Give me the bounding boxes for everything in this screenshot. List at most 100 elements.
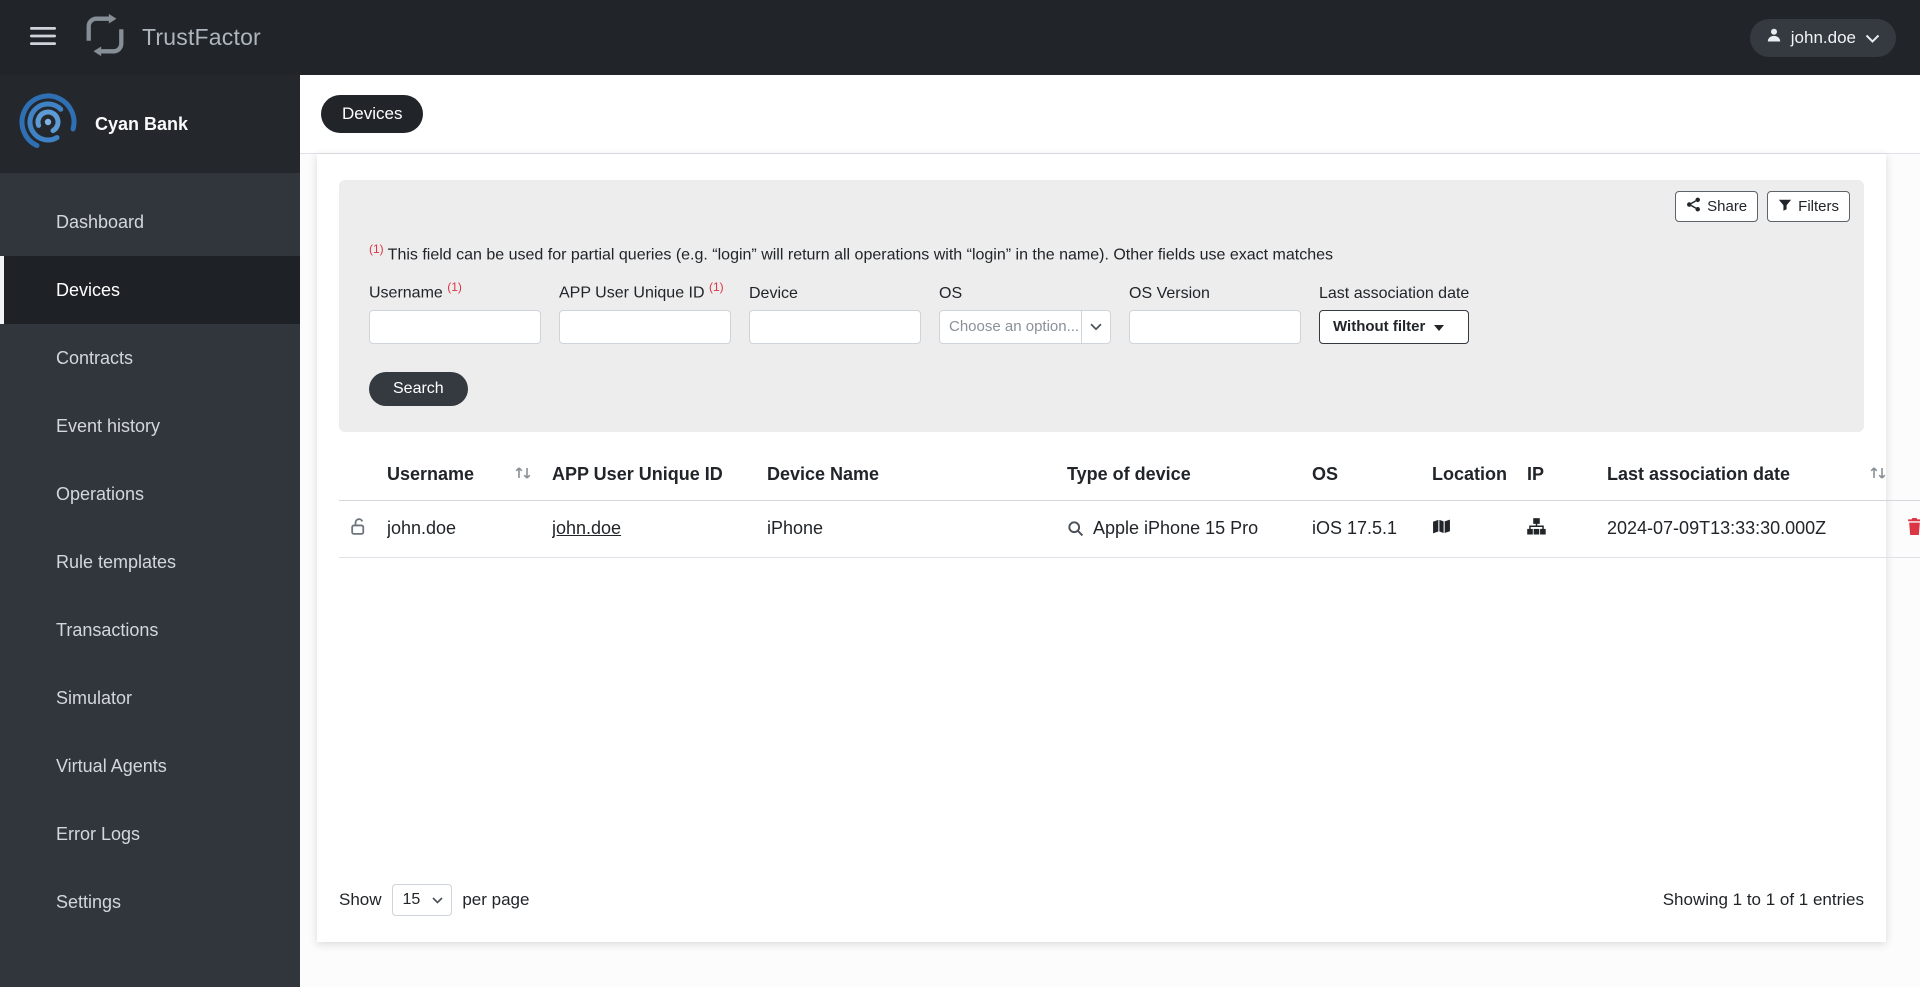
hamburger-icon bbox=[30, 26, 56, 49]
sidebar: Cyan Bank Dashboard Devices Contracts Ev… bbox=[0, 75, 300, 987]
sidebar-item-label: Transactions bbox=[56, 619, 159, 640]
last-association-date-label: Last association date bbox=[1319, 284, 1470, 302]
sidebar-item-error-logs[interactable]: Error Logs bbox=[0, 800, 300, 868]
last-association-filter-label: Without filter bbox=[1333, 318, 1426, 336]
filter-icon bbox=[1778, 198, 1792, 216]
note-marker: (1) bbox=[369, 242, 384, 256]
sort-icon[interactable] bbox=[514, 464, 532, 485]
os-label: OS bbox=[939, 284, 963, 302]
sidebar-item-label: Dashboard bbox=[56, 211, 145, 232]
sidebar-item-operations[interactable]: Operations bbox=[0, 460, 300, 528]
device-label: Device bbox=[749, 284, 798, 302]
search-icon[interactable] bbox=[1067, 520, 1084, 537]
sidebar-item-contracts[interactable]: Contracts bbox=[0, 324, 300, 392]
cell-device-name: iPhone bbox=[767, 500, 1067, 558]
caret-down-icon bbox=[1434, 318, 1445, 335]
entries-summary: Showing 1 to 1 of 1 entries bbox=[1662, 890, 1864, 909]
sidebar-item-label: Settings bbox=[56, 891, 122, 912]
user-menu[interactable]: john.doe bbox=[1749, 18, 1896, 57]
app-user-id-label: APP User Unique ID (1) bbox=[559, 280, 724, 302]
brand-name: TrustFactor bbox=[142, 24, 261, 50]
app-user-id-column-header: APP User Unique ID bbox=[552, 453, 767, 501]
topbar: TrustFactor john.doe bbox=[0, 0, 1920, 75]
username-column-header[interactable]: Username bbox=[387, 453, 552, 501]
sidebar-item-label: Contracts bbox=[56, 347, 134, 368]
chevron-down-icon bbox=[432, 891, 443, 909]
share-button-label: Share bbox=[1707, 198, 1748, 215]
username-input[interactable] bbox=[369, 309, 541, 344]
sidebar-item-virtual-agents[interactable]: Virtual Agents bbox=[0, 732, 300, 800]
hamburger-menu-button[interactable] bbox=[22, 18, 64, 57]
filter-card: Share Filters (1) This field can be used … bbox=[339, 180, 1864, 432]
table-row: john.doe john.doe iPhone Apple iPhone 15… bbox=[339, 500, 1920, 558]
trustfactor-logo-icon bbox=[82, 12, 128, 63]
device-input[interactable] bbox=[749, 309, 921, 344]
username-label: Username (1) bbox=[369, 280, 462, 302]
os-select[interactable]: Choose an option... bbox=[939, 309, 1111, 344]
cell-os: iOS 17.5.1 bbox=[1312, 500, 1432, 558]
sidebar-item-label: Rule templates bbox=[56, 551, 177, 572]
sidebar-item-transactions[interactable]: Transactions bbox=[0, 596, 300, 664]
app-user-link[interactable]: john.doe bbox=[552, 518, 621, 538]
sidebar-item-settings[interactable]: Settings bbox=[0, 868, 300, 936]
sidebar-item-label: Error Logs bbox=[56, 823, 141, 844]
sidebar-item-label: Virtual Agents bbox=[56, 755, 167, 776]
cyan-bank-logo-icon bbox=[16, 90, 80, 159]
sidebar-item-label: Operations bbox=[56, 483, 145, 504]
device-name-column-header: Device Name bbox=[767, 453, 1067, 501]
app-user-id-input[interactable] bbox=[559, 309, 731, 344]
os-column-header: OS bbox=[1312, 453, 1432, 501]
show-label: Show bbox=[339, 890, 382, 909]
lock-column-header bbox=[339, 453, 387, 501]
ip-column-header: IP bbox=[1527, 453, 1607, 501]
cell-type-of-device: Apple iPhone 15 Pro bbox=[1093, 518, 1259, 539]
share-button[interactable]: Share bbox=[1675, 191, 1759, 222]
last-association-filter-button[interactable]: Without filter bbox=[1319, 309, 1470, 344]
pagination: Show 15 per page Showing 1 to 1 of 1 ent… bbox=[339, 884, 1864, 916]
page-header: Devices bbox=[300, 75, 1920, 154]
devices-table: Username APP User Unique ID Device Name … bbox=[339, 453, 1920, 558]
filters-button[interactable]: Filters bbox=[1767, 191, 1850, 222]
sidebar-item-devices[interactable]: Devices bbox=[0, 256, 300, 324]
org-brand: Cyan Bank bbox=[0, 75, 300, 173]
user-menu-label: john.doe bbox=[1790, 27, 1856, 47]
content-panel: Share Filters (1) This field can be used … bbox=[317, 154, 1920, 942]
sidebar-item-dashboard[interactable]: Dashboard bbox=[0, 188, 300, 256]
delete-device-button[interactable] bbox=[1907, 517, 1920, 535]
os-version-label: OS Version bbox=[1129, 284, 1210, 302]
brand: TrustFactor bbox=[82, 12, 261, 63]
page-title: Devices bbox=[321, 95, 424, 133]
cell-last-association-date: 2024-07-09T13:33:30.000Z bbox=[1607, 500, 1907, 558]
filter-note: (1) This field can be used for partial qu… bbox=[369, 242, 1850, 264]
last-association-date-column-header[interactable]: Last association date bbox=[1607, 453, 1907, 501]
sidebar-item-simulator[interactable]: Simulator bbox=[0, 664, 300, 732]
os-version-input[interactable] bbox=[1129, 309, 1301, 344]
table-header-row: Username APP User Unique ID Device Name … bbox=[339, 453, 1920, 501]
ip-network-icon[interactable] bbox=[1527, 517, 1546, 535]
sidebar-item-label: Simulator bbox=[56, 687, 133, 708]
sidebar-item-label: Devices bbox=[56, 279, 121, 300]
location-column-header: Location bbox=[1432, 453, 1527, 501]
per-page-value: 15 bbox=[402, 891, 421, 908]
main-content: Devices Share Filters (1) This field can… bbox=[300, 75, 1920, 987]
sidebar-nav: Dashboard Devices Contracts Event histor… bbox=[0, 173, 300, 936]
sidebar-item-label: Event history bbox=[56, 415, 161, 436]
sort-icon[interactable] bbox=[1869, 464, 1887, 485]
type-of-device-column-header: Type of device bbox=[1067, 453, 1312, 501]
per-page-label: per page bbox=[462, 890, 530, 909]
os-select-placeholder: Choose an option... bbox=[949, 318, 1080, 336]
sidebar-item-event-history[interactable]: Event history bbox=[0, 392, 300, 460]
cell-username: john.doe bbox=[387, 500, 552, 558]
note-text: This field can be used for partial queri… bbox=[387, 246, 1334, 264]
org-name: Cyan Bank bbox=[95, 113, 189, 134]
unlock-icon[interactable] bbox=[349, 517, 368, 536]
chevron-down-icon bbox=[1082, 323, 1110, 331]
chevron-down-icon bbox=[1865, 28, 1880, 48]
per-page-select[interactable]: 15 bbox=[391, 884, 453, 916]
sidebar-item-rule-templates[interactable]: Rule templates bbox=[0, 528, 300, 596]
location-map-icon[interactable] bbox=[1432, 518, 1451, 535]
share-icon bbox=[1686, 197, 1701, 216]
person-icon bbox=[1766, 27, 1782, 48]
actions-column-header bbox=[1907, 453, 1920, 501]
search-button[interactable]: Search bbox=[369, 371, 468, 406]
